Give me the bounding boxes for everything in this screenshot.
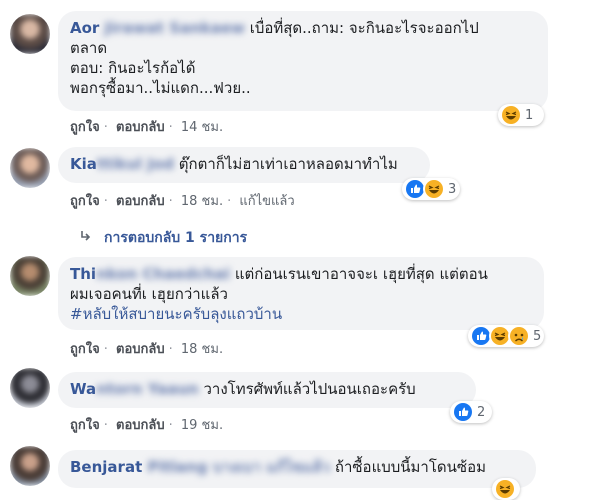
comment-bubble: Wantorn Yaaun วางโทรศัพท์แล้วไปนอนเถอะคร…	[58, 372, 476, 408]
avatar[interactable]	[10, 446, 50, 486]
reply-link[interactable]: ตอบกลับ	[116, 190, 165, 211]
timestamp[interactable]: 19 ชม.	[181, 414, 223, 435]
comment-author[interactable]: Thinkon Chaedchai	[70, 265, 230, 283]
reply-link[interactable]: ตอบกลับ	[116, 338, 165, 359]
comment-actions: ถูกใจ · ตอบกลับ · 18 ชม.	[70, 338, 223, 359]
reaction-count: 5	[533, 328, 542, 344]
reply-link[interactable]: ตอบกลับ	[116, 414, 165, 435]
comment-actions: ถูกใจ · ตอบกลับ · 19 ชม.	[70, 414, 223, 435]
comment-bubble: Aor Jirawat Sankaew เบื่อที่สุด..ถาม: จะ…	[58, 11, 548, 111]
comment-text: วางโทรศัพท์แล้วไปนอนเถอะครับ	[203, 380, 416, 398]
like-link[interactable]: ถูกใจ	[70, 338, 100, 359]
view-replies-link[interactable]: การตอบกลับ 1 รายการ	[80, 227, 247, 249]
reply-arrow-icon	[80, 230, 92, 246]
reaction-summary[interactable]: 2	[450, 401, 492, 423]
comment-author[interactable]: Kiattikul Jod	[70, 155, 174, 173]
reaction-count: 2	[477, 404, 486, 420]
sad-icon	[508, 325, 530, 347]
avatar[interactable]	[10, 14, 50, 54]
avatar[interactable]	[10, 148, 50, 188]
timestamp[interactable]: 14 ชม.	[181, 116, 223, 137]
haha-icon	[500, 104, 522, 126]
comment-text: ตลาด	[70, 39, 108, 57]
comment-author[interactable]: Benjarat Pitlang บางเบา แก้ไขแล้ว	[70, 458, 330, 476]
avatar[interactable]	[10, 256, 50, 296]
comment-text: ตุ๊กตาก็ไม่ฮาเท่าเอาหลอดมาทำไม	[178, 155, 398, 173]
comment-text: ถ้าซื้อแบบนี้มาโดนซ้อม	[334, 458, 486, 476]
haha-icon	[494, 478, 516, 500]
hashtag-link[interactable]: #หลับให้สบายนะครับลุงแถวบ้าน	[70, 304, 532, 324]
comment-author[interactable]: Aor Jirawat Sankaew	[70, 19, 245, 37]
like-link[interactable]: ถูกใจ	[70, 190, 100, 211]
comment-actions: ถูกใจ · ตอบกลับ · 14 ชม.	[70, 116, 223, 137]
reaction-summary[interactable]: 1	[498, 104, 544, 126]
comment-text: เบื่อที่สุด..ถาม: จะกินอะไรจะออกไป	[249, 19, 479, 37]
like-icon	[452, 401, 474, 423]
like-link[interactable]: ถูกใจ	[70, 116, 100, 137]
comment-bubble: Thinkon Chaedchai แต่ก่อนเรนเขาอาจจะเ เฮ…	[58, 257, 544, 330]
comment-author[interactable]: Wantorn Yaaun	[70, 380, 199, 398]
reaction-summary[interactable]: 3	[402, 178, 460, 200]
reply-link[interactable]: ตอบกลับ	[116, 116, 165, 137]
comment-text: ตอบ: กินอะไรก้อได้	[70, 59, 196, 77]
avatar[interactable]	[10, 368, 50, 408]
reaction-summary[interactable]: 5	[468, 325, 544, 347]
reaction-summary[interactable]	[492, 478, 520, 500]
comment-actions: ถูกใจ · ตอบกลับ · 18 ชม. · แก้ไขแล้ว	[70, 190, 295, 211]
haha-icon	[423, 178, 445, 200]
comment-text: แต่ก่อนเรนเขาอาจจะเ เฮุยที่สุด แต่ตอน	[234, 265, 488, 283]
comment-text: ผมเจอคนที่เ เฮุยกว่าแล้ว	[70, 285, 228, 303]
timestamp[interactable]: 18 ชม.	[181, 338, 223, 359]
reaction-count: 3	[448, 181, 457, 197]
comment-bubble: Benjarat Pitlang บางเบา แก้ไขแล้ว ถ้าซื้…	[58, 450, 536, 488]
comment-bubble: Kiattikul Jod ตุ๊กตาก็ไม่ฮาเท่าเอาหลอดมา…	[58, 147, 430, 183]
edited-label[interactable]: แก้ไขแล้ว	[239, 190, 294, 211]
like-link[interactable]: ถูกใจ	[70, 414, 100, 435]
reaction-count: 1	[525, 107, 534, 123]
timestamp[interactable]: 18 ชม.	[181, 190, 223, 211]
comment-text: พอกรุซื้อมา..ไม่แดก...ฟวย..	[70, 79, 251, 97]
